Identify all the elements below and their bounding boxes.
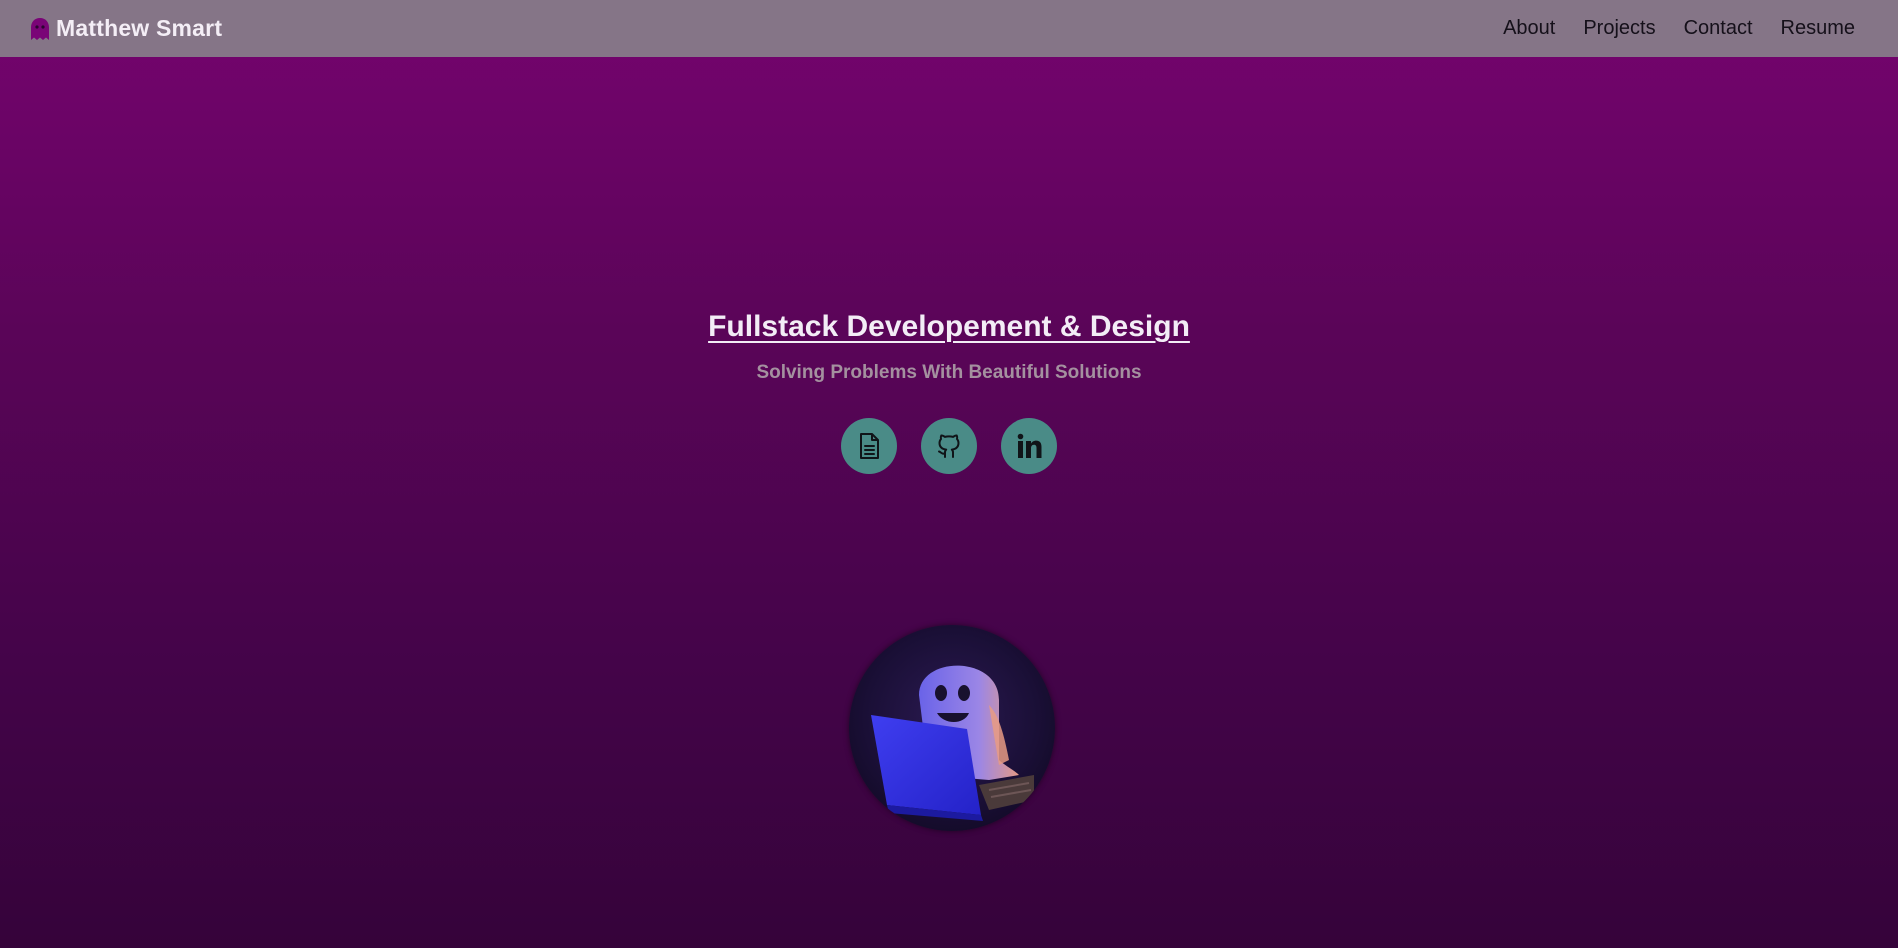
nav-link-contact[interactable]: Contact xyxy=(1684,17,1753,40)
brand-name: Matthew Smart xyxy=(56,15,223,41)
nav-link-resume[interactable]: Resume xyxy=(1781,17,1855,40)
hero-subtitle: Solving Problems With Beautiful Solution… xyxy=(756,362,1142,383)
hero-section: Fullstack Developement & Design Solving … xyxy=(0,310,1898,474)
resume-document-button[interactable] xyxy=(841,418,897,474)
github-button[interactable] xyxy=(921,418,977,474)
hero-title: Fullstack Developement & Design xyxy=(708,310,1190,343)
linkedin-button[interactable] xyxy=(1001,418,1057,474)
github-icon xyxy=(938,434,960,458)
brand-link[interactable]: Matthew Smart xyxy=(30,15,222,42)
ghost-laptop-illustration xyxy=(849,625,1055,831)
avatar xyxy=(849,625,1055,831)
ghost-icon xyxy=(31,17,49,40)
nav-link-projects[interactable]: Projects xyxy=(1583,17,1655,40)
linkedin-icon xyxy=(1017,433,1042,458)
social-links xyxy=(0,418,1898,474)
nav-links: About Projects Contact Resume xyxy=(1503,17,1855,40)
nav-link-about[interactable]: About xyxy=(1503,17,1555,40)
document-icon xyxy=(860,433,879,459)
navbar: Matthew Smart About Projects Contact Res… xyxy=(0,0,1898,57)
